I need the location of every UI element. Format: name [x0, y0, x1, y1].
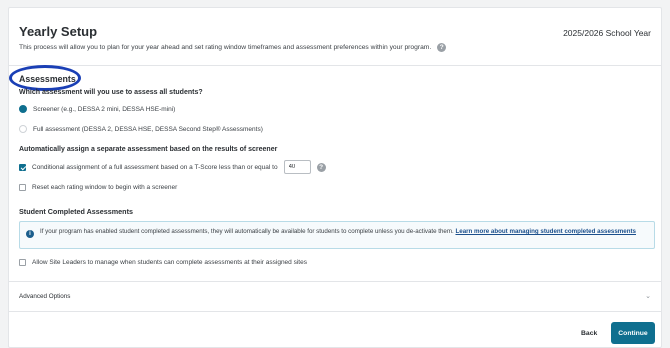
info-message-text: If your program has enabled student comp… [40, 228, 454, 235]
learn-more-link[interactable]: Learn more about managing student comple… [455, 228, 636, 235]
conditional-assignment-label: Conditional assignment of a full assessm… [32, 163, 278, 171]
assessment-question: Which assessment will you use to assess … [19, 89, 203, 96]
advanced-divider-bottom [9, 311, 661, 312]
back-button[interactable]: Back [581, 330, 597, 337]
help-icon[interactable]: ? [437, 43, 447, 52]
student-completed-heading: Student Completed Assessments [19, 207, 133, 216]
option-full-assessment-label: Full assessment (DESSA 2, DESSA HSE, DES… [33, 125, 263, 133]
student-completed-info: i If your program has enabled student co… [19, 221, 655, 249]
subtitle-text: This process will allow you to plan for … [19, 44, 432, 51]
advanced-options-toggle[interactable]: Advanced Options [19, 293, 70, 300]
conditional-assignment-checkbox[interactable] [19, 163, 26, 171]
reset-window-label: Reset each rating window to begin with a… [32, 184, 178, 191]
school-year-label: 2025/2026 School Year [563, 28, 651, 38]
option-screener-label: Screener (e.g., DESSA 2 mini, DESSA HSE-… [33, 105, 176, 113]
conditional-assignment-row[interactable]: Conditional assignment of a full assessm… [19, 160, 326, 174]
site-leaders-checkbox[interactable] [19, 259, 26, 266]
assessments-heading: Assessments [19, 74, 76, 84]
site-leaders-label: Allow Site Leaders to manage when studen… [32, 259, 307, 266]
tscore-help-icon[interactable]: ? [316, 162, 326, 172]
option-full-assessment[interactable]: Full assessment (DESSA 2, DESSA HSE, DES… [19, 125, 263, 133]
tscore-input[interactable] [283, 160, 311, 174]
info-icon: i [26, 230, 34, 238]
page-subtitle: This process will allow you to plan for … [19, 43, 447, 52]
chevron-down-icon[interactable]: ⌄ [645, 292, 651, 300]
radio-full-assessment[interactable] [19, 125, 27, 133]
yearly-setup-card: Yearly Setup 2025/2026 School Year This … [8, 7, 662, 348]
reset-window-row[interactable]: Reset each rating window to begin with a… [19, 184, 177, 191]
page-title: Yearly Setup [19, 24, 98, 39]
advanced-divider-top [9, 281, 661, 282]
continue-button[interactable]: Continue [611, 322, 655, 344]
option-screener[interactable]: Screener (e.g., DESSA 2 mini, DESSA HSE-… [19, 105, 175, 113]
radio-screener[interactable] [19, 105, 27, 113]
auto-assign-heading: Automatically assign a separate assessme… [19, 146, 278, 153]
header-divider [9, 65, 661, 66]
reset-window-checkbox[interactable] [19, 184, 26, 191]
site-leaders-row[interactable]: Allow Site Leaders to manage when studen… [19, 259, 307, 266]
info-message: If your program has enabled student comp… [40, 227, 636, 236]
